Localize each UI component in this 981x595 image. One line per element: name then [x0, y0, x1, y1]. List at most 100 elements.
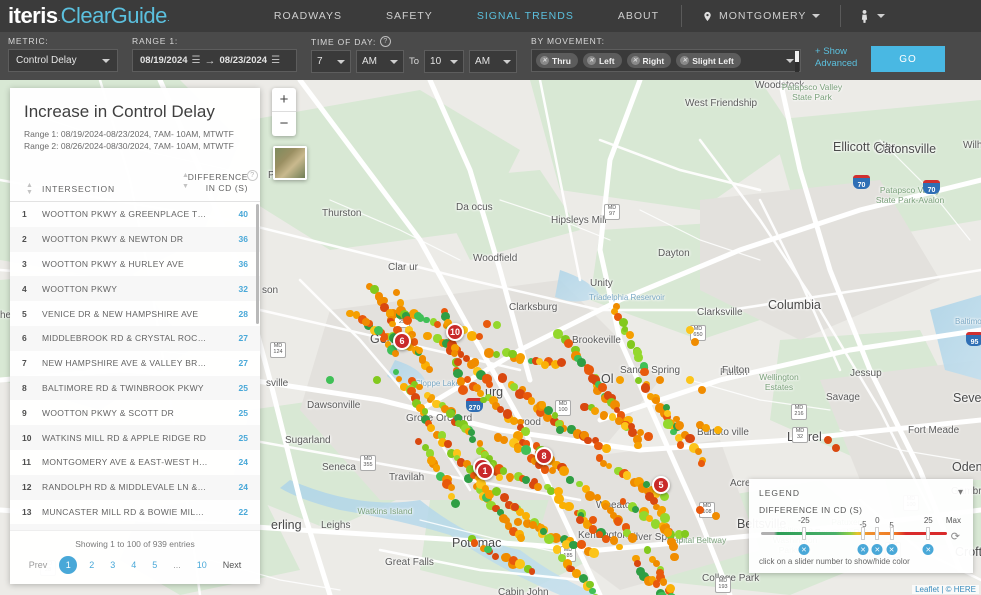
table-row[interactable]: 8 BALTIMORE RD & TWINBROOK PKWY 25	[10, 375, 260, 401]
metric-select[interactable]: Control Delay	[8, 49, 118, 72]
signal-dot[interactable]	[643, 545, 652, 554]
table-row[interactable]: 4 WOOTTON PKWY 32	[10, 276, 260, 302]
tod-from-hour-select[interactable]: 7	[311, 50, 351, 73]
signal-dot[interactable]	[326, 376, 334, 384]
signal-dot[interactable]	[602, 444, 611, 453]
legend-slider-handle[interactable]	[889, 527, 894, 540]
legend-tick-neg25[interactable]: -25	[798, 516, 810, 525]
signal-dot[interactable]	[528, 568, 536, 575]
by-movement-scrollbar[interactable]	[795, 51, 800, 72]
brand-logo[interactable]: iteris · ClearGuide ·	[0, 3, 170, 29]
signal-dot[interactable]	[676, 441, 685, 449]
signal-dot[interactable]	[698, 460, 705, 467]
signal-dot[interactable]	[552, 545, 562, 554]
signal-dot[interactable]	[423, 331, 432, 341]
signal-dot[interactable]	[415, 383, 423, 391]
signal-dot[interactable]	[832, 444, 840, 452]
signal-dot[interactable]	[659, 577, 668, 586]
signal-dot[interactable]	[521, 512, 530, 521]
signal-dot[interactable]	[476, 440, 484, 447]
signal-dot[interactable]	[541, 361, 549, 369]
signal-dot[interactable]	[664, 410, 671, 417]
map-layers-button[interactable]	[273, 146, 307, 180]
signal-dot[interactable]	[602, 535, 610, 543]
signal-dot[interactable]	[493, 321, 501, 329]
signal-dot[interactable]	[497, 373, 508, 383]
movement-chip-thru[interactable]: ✕ Thru	[536, 53, 578, 68]
signal-dot[interactable]	[714, 426, 722, 434]
signal-dot[interactable]	[663, 528, 673, 537]
signal-dot[interactable]	[640, 368, 649, 377]
range1-start-calendar-icon[interactable]: ☰	[192, 55, 201, 66]
signal-dot[interactable]	[686, 376, 694, 384]
signal-dot[interactable]	[516, 356, 524, 364]
region-selector[interactable]: MONTGOMERY	[682, 10, 840, 22]
signal-dot[interactable]	[373, 376, 381, 384]
signal-dot[interactable]	[685, 433, 695, 443]
signal-dot[interactable]	[468, 429, 475, 436]
map-attribution[interactable]: Leaflet | © HERE	[912, 585, 979, 594]
numbered-map-marker[interactable]: 1	[476, 462, 494, 480]
table-row[interactable]: 10 WATKINS MILL RD & APPLE RIDGE RD 25	[10, 425, 260, 450]
signal-dot[interactable]	[589, 516, 597, 524]
signal-dot[interactable]	[702, 424, 710, 432]
signal-dot[interactable]	[432, 464, 440, 472]
pagination-page-5[interactable]: 5	[144, 560, 165, 570]
signal-dot[interactable]	[493, 350, 501, 358]
signal-dot[interactable]	[433, 320, 441, 328]
remove-icon[interactable]: ✕	[680, 56, 690, 65]
signal-dot[interactable]	[616, 543, 623, 551]
table-row[interactable]: 13 MUNCASTER MILL RD & BOWIE MILL RD 22	[10, 500, 260, 525]
signal-dot[interactable]	[414, 437, 422, 445]
signal-dot[interactable]	[566, 476, 574, 484]
legend-slider-handle[interactable]	[861, 527, 866, 540]
table-row[interactable]: 14NORWOOD RD & EUBIE BLAKE WAY & A...22	[10, 524, 260, 530]
signal-dot[interactable]	[496, 474, 503, 481]
legend-color-toggle-button[interactable]: ✕	[886, 544, 898, 555]
signal-dot[interactable]	[652, 580, 661, 588]
signal-dot[interactable]	[686, 326, 694, 334]
signal-dot[interactable]	[500, 435, 509, 444]
pagination-next[interactable]: Next	[215, 560, 250, 570]
pagination-prev[interactable]: Prev	[21, 560, 56, 570]
legend-color-bar[interactable]	[761, 532, 947, 535]
signal-dot[interactable]	[483, 320, 491, 328]
difference-help-icon[interactable]: ?	[247, 170, 258, 181]
by-movement-chevron-down-icon[interactable]	[786, 58, 795, 63]
signal-dot[interactable]	[447, 484, 455, 492]
signal-dot[interactable]	[556, 426, 564, 434]
signal-dot[interactable]	[443, 439, 452, 448]
reset-icon[interactable]: ⟳	[951, 530, 960, 543]
signal-dot[interactable]	[584, 436, 592, 445]
legend-tick-0[interactable]: 0	[875, 516, 879, 525]
signal-dot[interactable]	[392, 368, 400, 376]
range1-control[interactable]: 08/19/2024 ☰ → 08/23/2024 ☰	[132, 49, 297, 72]
pagination-page-4[interactable]: 4	[123, 560, 144, 570]
tod-to-ampm-select[interactable]: AM	[469, 50, 518, 73]
range1-end-date[interactable]: 08/23/2024	[220, 55, 268, 66]
nav-link-signal-trends[interactable]: SIGNAL TRENDS	[455, 0, 596, 32]
zoom-out-button[interactable]: −	[272, 112, 296, 136]
numbered-map-marker[interactable]: 8	[535, 447, 553, 465]
signal-dot[interactable]	[616, 376, 624, 384]
range1-end-calendar-icon[interactable]: ☰	[271, 55, 280, 66]
nav-link-about[interactable]: ABOUT	[596, 0, 681, 32]
user-menu[interactable]	[841, 9, 899, 24]
table-body[interactable]: 1 WOOTTON PKWY & GREENPLACE TER 40 2 WOOTTON…	[10, 202, 260, 530]
signal-dot[interactable]	[470, 358, 479, 367]
signal-dot[interactable]	[669, 541, 679, 551]
movement-chip-right[interactable]: ✕ Right	[626, 53, 672, 68]
signal-dot[interactable]	[656, 376, 664, 384]
signal-dot[interactable]	[533, 482, 542, 491]
signal-dot[interactable]	[691, 338, 699, 346]
signal-dot[interactable]	[633, 560, 641, 568]
table-row[interactable]: 5 VENICE DR & NEW HAMPSHIRE AVE 28	[10, 301, 260, 326]
legend-color-toggle-button[interactable]: ✕	[798, 544, 810, 555]
signal-dot[interactable]	[824, 436, 832, 444]
pagination-page-1[interactable]: 1	[59, 556, 78, 574]
table-row[interactable]: 2 WOOTTON PKWY & NEWTON DR 36	[10, 226, 260, 252]
column-header-difference[interactable]: ▲ ▼ DIFFERENCE IN CD (S) ?	[178, 170, 258, 194]
legend-slider-handle[interactable]	[875, 527, 880, 540]
movement-chip-left[interactable]: ✕ Left	[582, 53, 622, 68]
legend-tick-25[interactable]: 25	[924, 516, 933, 525]
